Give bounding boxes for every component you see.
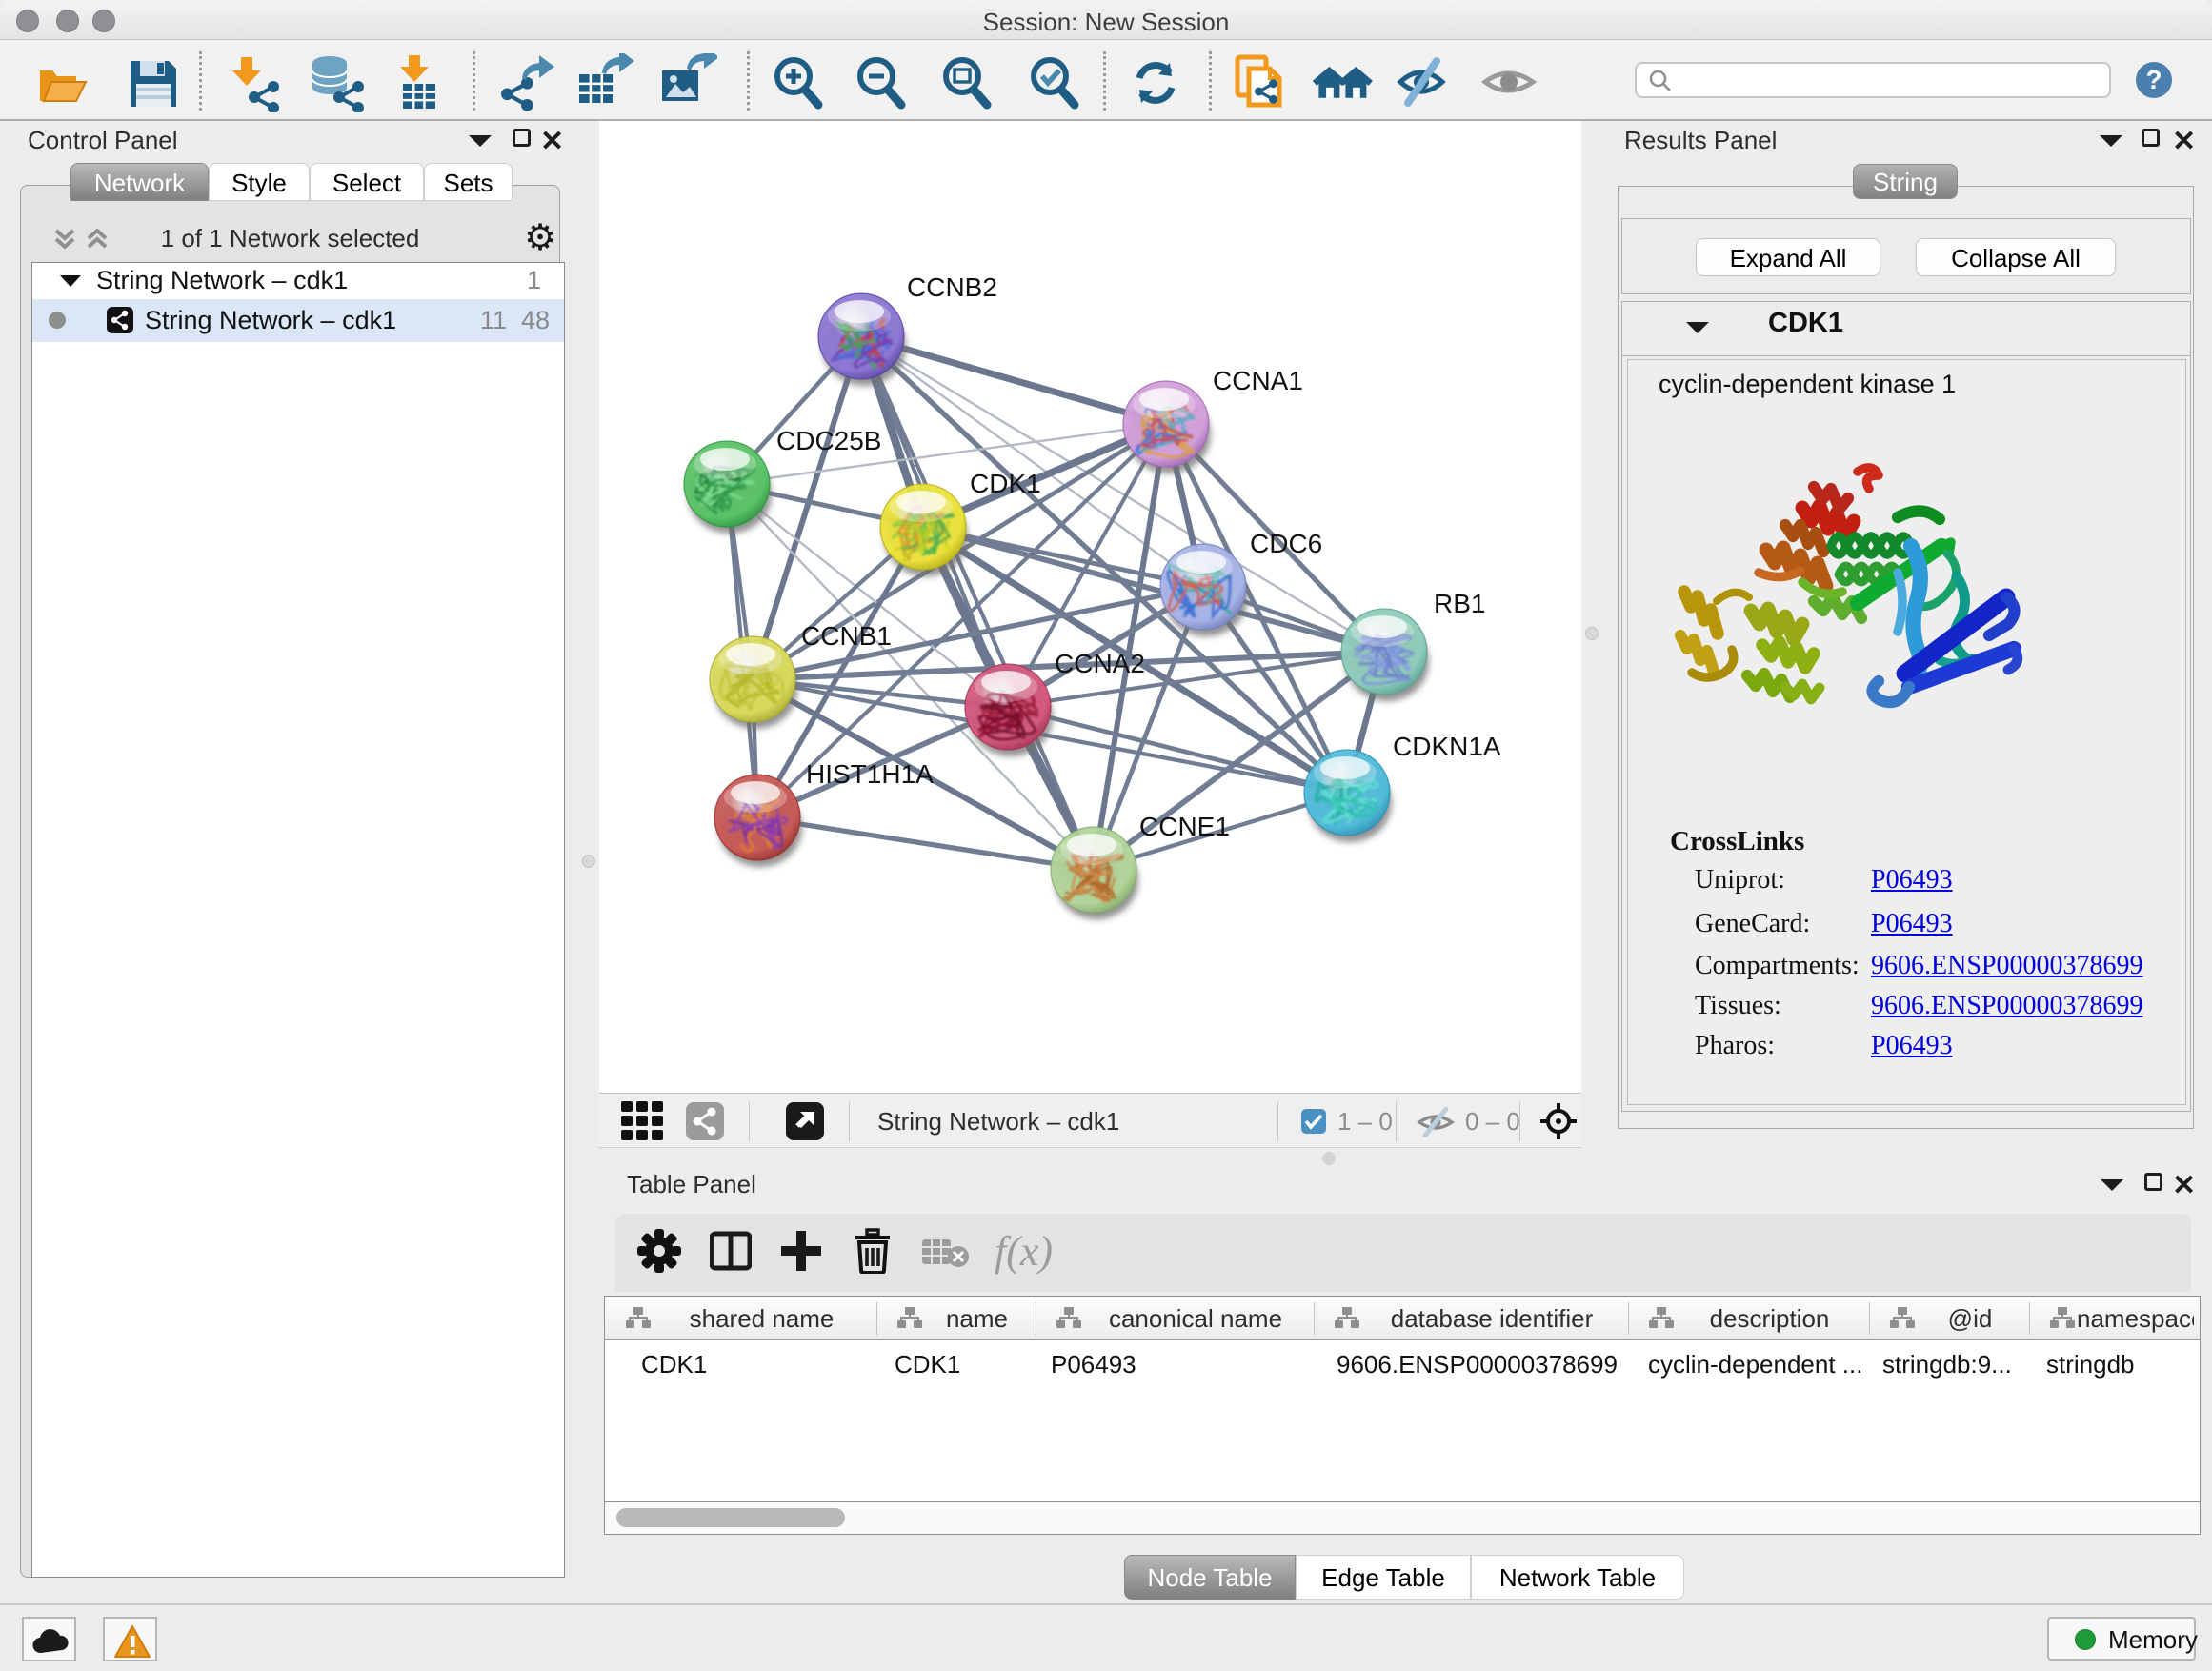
svg-text:CCNA2: CCNA2 — [1055, 649, 1145, 678]
svg-text:CDKN1A: CDKN1A — [1393, 732, 1501, 761]
svg-text:CDC25B: CDC25B — [776, 426, 881, 455]
svg-text:CCNB1: CCNB1 — [801, 621, 892, 651]
svg-text:RB1: RB1 — [1434, 589, 1485, 618]
svg-text:CDC6: CDC6 — [1250, 529, 1322, 558]
svg-text:CCNA1: CCNA1 — [1213, 366, 1303, 395]
svg-text:CCNB2: CCNB2 — [907, 272, 997, 302]
svg-text:CDK1: CDK1 — [970, 469, 1041, 498]
svg-text:CCNE1: CCNE1 — [1139, 812, 1230, 841]
svg-text:HIST1H1A: HIST1H1A — [806, 759, 934, 789]
